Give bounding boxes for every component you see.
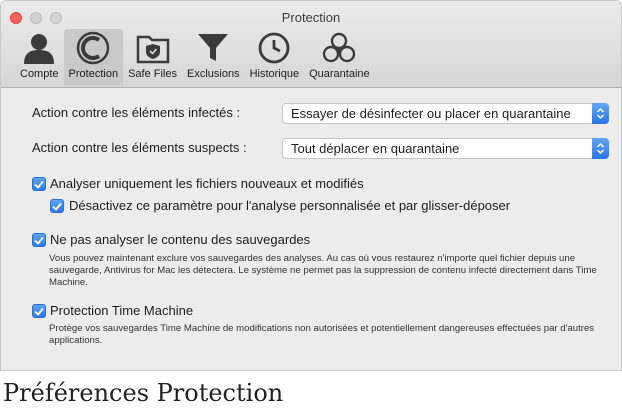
safe-files-icon: [136, 35, 169, 64]
tab-safe-files-label: Safe Files: [128, 68, 177, 80]
time-machine-label: Protection Time Machine: [50, 303, 194, 318]
protection-icon: [77, 31, 110, 65]
checkmark-icon: [34, 236, 44, 245]
filter-icon: [198, 34, 229, 61]
suspect-action-value: Tout déplacer en quarantaine: [291, 141, 460, 156]
checkmark-icon: [34, 180, 44, 189]
preferences-window: Protection Compte Protection Safe Files …: [0, 0, 622, 371]
tab-historique[interactable]: Historique: [245, 29, 305, 85]
title-bar: Protection Compte Protection Safe Files …: [1, 1, 621, 88]
tab-historique-label: Historique: [249, 68, 300, 80]
no-backup-scan-label: Ne pas analyser le contenu des sauvegard…: [50, 232, 311, 247]
tab-exclusions-label: Exclusions: [186, 68, 240, 80]
checkmark-icon: [34, 307, 44, 316]
updown-arrows-icon: [592, 103, 609, 124]
no-backup-scan-description: Vous pouvez maintenant exclure vos sauve…: [49, 253, 597, 288]
time-machine-checkbox[interactable]: [32, 304, 46, 318]
scan-new-checkbox[interactable]: [32, 177, 46, 191]
scan-new-label: Analyser uniquement les fichiers nouveau…: [50, 176, 364, 191]
infected-action-value: Essayer de désinfecter ou placer en quar…: [291, 106, 571, 121]
disable-param-label: Désactivez ce paramètre pour l'analyse p…: [69, 198, 511, 213]
figure-caption: Préférences Protection: [3, 379, 284, 407]
tab-quarantaine-label: Quarantaine: [309, 68, 370, 80]
biohazard-icon: [323, 32, 356, 63]
protection-settings-panel: Action contre les éléments infectés : Es…: [1, 88, 621, 370]
account-icon: [24, 34, 55, 64]
tab-compte-label: Compte: [20, 68, 59, 80]
suspect-action-select[interactable]: Tout déplacer en quarantaine: [282, 138, 609, 159]
tab-compte[interactable]: Compte: [15, 29, 64, 85]
tab-protection[interactable]: Protection: [63, 29, 124, 85]
time-machine-description: Protège vos sauvegardes Time Machine de …: [49, 323, 595, 346]
clock-icon: [258, 32, 290, 64]
preferences-toolbar: Compte Protection Safe Files Exclusions …: [15, 29, 375, 87]
checkmark-icon: [52, 202, 62, 211]
suspect-action-label: Action contre les éléments suspects :: [32, 140, 247, 155]
window-title: Protection: [281, 10, 341, 25]
infected-action-select[interactable]: Essayer de désinfecter ou placer en quar…: [282, 103, 609, 124]
infected-action-label: Action contre les éléments infectés :: [32, 105, 241, 120]
tab-quarantaine[interactable]: Quarantaine: [304, 29, 375, 85]
tab-exclusions[interactable]: Exclusions: [182, 29, 245, 85]
disable-param-checkbox[interactable]: [50, 199, 64, 213]
updown-arrows-icon: [592, 138, 609, 159]
tab-protection-label: Protection: [68, 68, 119, 80]
no-backup-scan-checkbox[interactable]: [32, 233, 46, 247]
tab-safe-files[interactable]: Safe Files: [123, 29, 182, 85]
